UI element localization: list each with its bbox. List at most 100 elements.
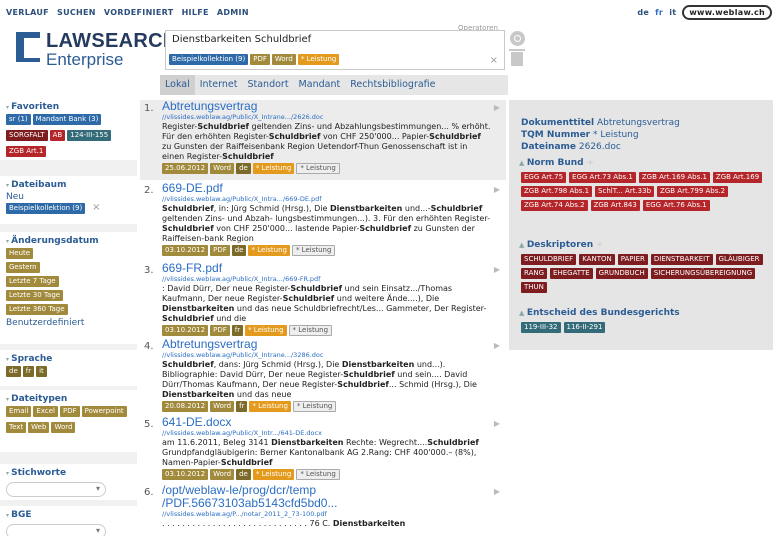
decision-chip[interactable]: 116-II-291 — [563, 322, 606, 333]
norm-bund-header[interactable]: Norm Bund+ — [519, 158, 594, 168]
lang-chip-fr[interactable]: fr — [22, 366, 35, 377]
result-url[interactable]: //vlissides.weblaw.ag/Public/X_Intrane..… — [162, 113, 506, 122]
descriptor-chip[interactable]: PAPIER — [617, 254, 648, 265]
favorite-chip[interactable]: 124-III-155 — [67, 130, 112, 141]
remove-icon[interactable]: × — [92, 202, 100, 213]
search-query[interactable]: Dienstbarkeiten Schuldbrief — [172, 34, 311, 45]
result-expand-icon[interactable]: ▶ — [494, 487, 500, 496]
result-expand-icon[interactable]: ▶ — [494, 341, 500, 350]
norm-chip[interactable]: ZGB Art.798 Abs.1 — [521, 186, 593, 197]
norm-chip[interactable]: SchlT... Art.33b — [595, 186, 655, 197]
bundesgericht-header[interactable]: Entscheid des Bundesgerichts — [519, 308, 680, 318]
date-chip-360[interactable]: Letzte 360 Tage — [6, 304, 68, 315]
result-title[interactable]: Abtretungsvertrag — [162, 338, 506, 351]
result-tag[interactable]: * Leistung — [296, 163, 340, 174]
result-item[interactable]: 5. 641-DE.docx //vlissides.weblaw.ag/Pub… — [140, 416, 506, 480]
norm-chip[interactable]: EGG Art.73 Abs.1 — [569, 172, 636, 183]
norm-chip[interactable]: ZGB Art.799 Abs.2 — [657, 186, 729, 197]
dateibaum-new-link[interactable]: Neu — [6, 192, 137, 202]
search-icon[interactable] — [510, 31, 525, 46]
filter-chip-collection[interactable]: Beispielkollektion (9) — [169, 54, 249, 65]
lang-de[interactable]: de — [637, 8, 649, 17]
tab-standort[interactable]: Standort — [242, 75, 293, 95]
result-url[interactable]: //vlissides.weblaw.ag/P.../notar_2011_2_… — [162, 510, 506, 519]
result-item[interactable]: 2. 669-DE.pdf //vlissides.weblaw.ag/Publ… — [140, 182, 506, 260]
lang-it[interactable]: it — [669, 8, 676, 17]
tab-rechtsbibliografie[interactable]: Rechtsbibliografie — [345, 75, 440, 95]
facet-title-dateibaum[interactable]: Dateibaum — [0, 176, 137, 192]
dateibaum-chip[interactable]: Beispielkollektion (9) — [6, 203, 86, 214]
result-item[interactable]: 4. Abtretungsvertrag //vlissides.weblaw.… — [140, 338, 506, 412]
result-tag[interactable]: * Leistung — [291, 245, 336, 256]
result-tag[interactable]: * Leistung — [252, 163, 295, 174]
descriptor-chip[interactable]: GLÄUBIGER — [715, 254, 763, 265]
result-url[interactable]: //vlissides.weblaw.ag/Public/X_Intr.../6… — [162, 429, 506, 438]
facet-title-dateitypen[interactable]: Dateitypen — [0, 390, 137, 406]
result-title[interactable]: 669-DE.pdf — [162, 182, 506, 195]
facet-title-aenderungsdatum[interactable]: Änderungsdatum — [0, 232, 137, 248]
weblaw-link[interactable]: www.weblaw.ch — [682, 5, 772, 20]
date-chip-7[interactable]: Letzte 7 Tage — [6, 276, 59, 287]
menu-vordefiniert[interactable]: VORDEFINIERT — [104, 8, 174, 17]
result-url[interactable]: //vlissides.weblaw.ag/Public/X_Intra.../… — [162, 195, 506, 204]
facet-title-stichworte[interactable]: Stichworte — [0, 464, 137, 480]
norm-chip[interactable]: ZGB Art.169 Abs.1 — [638, 172, 710, 183]
norm-chip[interactable]: ZGB Art.74 Abs.2 — [521, 200, 588, 211]
menu-suchen[interactable]: SUCHEN — [57, 8, 96, 17]
date-chip-gestern[interactable]: Gestern — [6, 262, 40, 273]
result-url[interactable]: //vlissides.weblaw.ag/Public/X_Intrane..… — [162, 351, 506, 360]
decision-chip[interactable]: 119-III-32 — [521, 322, 561, 333]
favorite-chip[interactable]: sr (1) — [6, 114, 31, 125]
result-expand-icon[interactable]: ▶ — [494, 103, 500, 112]
result-tag[interactable]: * Leistung — [252, 469, 295, 480]
trash-icon[interactable] — [509, 49, 525, 66]
favorite-chip[interactable]: AB — [49, 130, 66, 141]
result-url[interactable]: //vlissides.weblaw.ag/Public/X_Intra.../… — [162, 275, 506, 284]
filetype-chip[interactable]: PDF — [59, 406, 80, 417]
favorite-chip[interactable]: ZGB Art.1 — [6, 146, 47, 157]
descriptor-chip[interactable]: SCHULDBRIEF — [521, 254, 577, 265]
tab-mandant[interactable]: Mandant — [294, 75, 346, 95]
filter-chip-pdf[interactable]: PDF — [250, 54, 270, 65]
result-title[interactable]: Abtretungsvertrag — [162, 100, 506, 113]
facet-title-favoriten[interactable]: Favoriten — [0, 98, 137, 114]
facet-title-sprache[interactable]: Sprache — [0, 350, 137, 366]
favorite-chip[interactable]: Mandant Bank (3) — [32, 114, 102, 125]
filter-chip-word[interactable]: Word — [271, 54, 296, 65]
result-item[interactable]: 6. /opt/weblaw-le/prog/dcr/temp /PDF.566… — [140, 484, 506, 536]
stichworte-dropdown[interactable] — [6, 482, 106, 497]
result-expand-icon[interactable]: ▶ — [494, 185, 500, 194]
norm-chip[interactable]: ZGB Art.843 — [590, 200, 640, 211]
filetype-chip[interactable]: Web — [28, 422, 50, 433]
result-tag[interactable]: * Leistung — [288, 325, 333, 336]
result-tag[interactable]: * Leistung — [245, 325, 287, 336]
filetype-chip[interactable]: Text — [6, 422, 27, 433]
lang-fr[interactable]: fr — [655, 8, 663, 17]
menu-verlauf[interactable]: VERLAUF — [6, 8, 49, 17]
filetype-chip[interactable]: Word — [51, 422, 76, 433]
favorite-chip[interactable]: SORGFALT — [6, 130, 48, 141]
search-box[interactable]: Dienstbarkeiten Schuldbrief Beispielkoll… — [165, 30, 505, 70]
result-tag[interactable]: * Leistung — [248, 245, 290, 256]
filetype-chip[interactable]: Powerpoint — [81, 406, 127, 417]
deskriptoren-header[interactable]: Deskriptoren+ — [519, 240, 604, 250]
menu-admin[interactable]: ADMIN — [217, 8, 249, 17]
descriptor-chip[interactable]: SICHERUNGSÜBEREIGNUNG — [650, 268, 756, 279]
result-item[interactable]: 3. 669-FR.pdf //vlissides.weblaw.ag/Publ… — [140, 262, 506, 336]
result-expand-icon[interactable]: ▶ — [494, 265, 500, 274]
result-tag[interactable]: * Leistung — [249, 401, 291, 412]
menu-hilfe[interactable]: HILFE — [182, 8, 209, 17]
date-chip-heute[interactable]: Heute — [6, 248, 34, 259]
filetype-chip[interactable]: Email — [6, 406, 32, 417]
facet-title-bge[interactable]: BGE — [0, 506, 137, 522]
result-tag[interactable]: * Leistung — [296, 469, 340, 480]
tab-lokal[interactable]: Lokal — [160, 75, 195, 95]
add-icon[interactable]: + — [587, 158, 595, 168]
result-title[interactable]: /opt/weblaw-le/prog/dcr/temp /PDF.566731… — [162, 484, 462, 510]
result-expand-icon[interactable]: ▶ — [494, 419, 500, 428]
add-icon[interactable]: + — [596, 240, 604, 250]
descriptor-chip[interactable]: DIENSTBARKEIT — [650, 254, 713, 265]
descriptor-chip[interactable]: KANTON — [579, 254, 615, 265]
date-custom-link[interactable]: Benutzerdefiniert — [6, 318, 137, 328]
result-title[interactable]: 641-DE.docx — [162, 416, 506, 429]
